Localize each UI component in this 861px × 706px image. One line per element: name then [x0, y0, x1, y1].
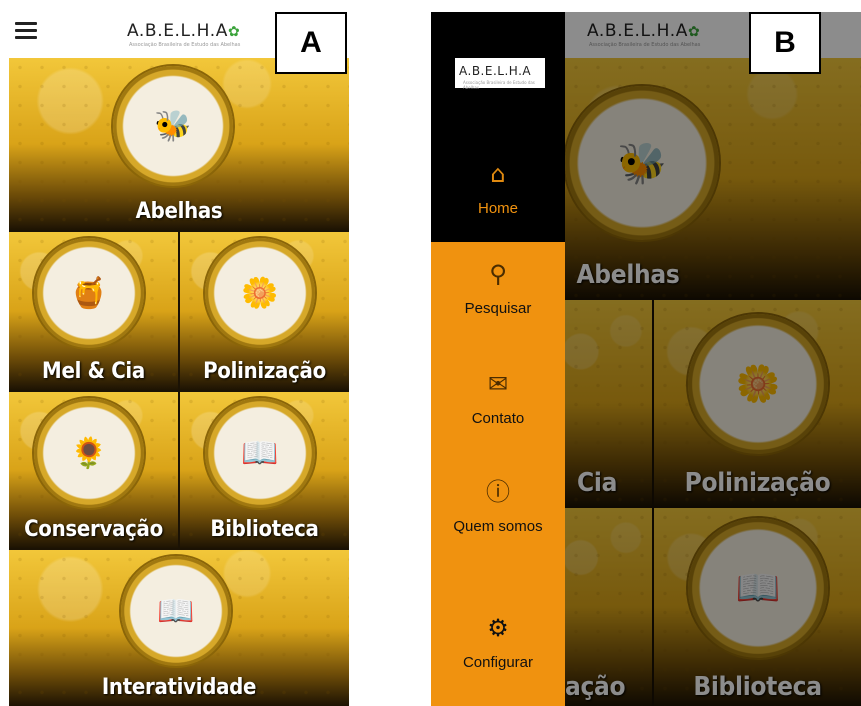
drawer-header: A.B.E.L.H.A Associação Brasileira de Est… [431, 12, 565, 242]
drawer-scrim[interactable] [564, 12, 861, 706]
tile-title: Polinização [203, 359, 326, 384]
drawer-item-label: Configurar [462, 654, 534, 671]
drawer-item-home[interactable]: ⌂ Home [431, 160, 565, 217]
tile-interatividade[interactable]: 📖 Interatividade [9, 550, 349, 706]
tile-conservacao[interactable]: 🌻 Conservação [9, 392, 178, 548]
navigation-drawer: A.B.E.L.H.A Associação Brasileira de Est… [431, 12, 565, 706]
flower-bee-icon: 🌼 [205, 238, 315, 348]
gear-icon: ⚙ [487, 614, 509, 642]
hamburger-menu-icon[interactable] [15, 22, 37, 39]
drawer-item-label: Pesquisar [464, 300, 532, 317]
search-icon: ⚲ [489, 260, 507, 288]
tile-biblioteca[interactable]: 📖 Biblioteca [180, 392, 349, 548]
info-icon: ⓘ [486, 478, 510, 506]
drawer-logo-text: A.B.E.L.H.A [459, 64, 532, 78]
panel-label-b: B [749, 12, 821, 74]
leaf-icon: ✿ [227, 24, 241, 40]
app-logo: A.B.E.L.H.A✿ [127, 21, 240, 41]
screen-a: 🐝 Abelhas 🍯 Mel & Cia 🌼 Polinização 🌻 Co… [9, 12, 349, 706]
drawer-item-contato[interactable]: ✉ Contato [431, 370, 565, 427]
tile-title: Mel & Cia [42, 359, 145, 384]
drawer-item-label: Home [477, 200, 518, 217]
honey-jar-icon: 🍯 [34, 238, 144, 348]
tile-title: Conservação [24, 517, 163, 542]
mail-icon: ✉ [487, 370, 509, 398]
drawer-item-label: Contato [471, 410, 525, 427]
tile-title: Abelhas [135, 199, 223, 224]
drawer-item-pesquisar[interactable]: ⚲ Pesquisar [431, 260, 565, 317]
logo-subtitle: Associação Brasileira de Estudo das Abel… [129, 42, 241, 48]
screen-b: 🐝 Abelhas Cia 🌼 Polinização ação 📖 Bibli… [431, 12, 861, 706]
panel-label-a: A [275, 12, 347, 74]
tile-title: Biblioteca [210, 517, 319, 542]
tile-title: Interatividade [101, 675, 257, 700]
tile-polinizacao[interactable]: 🌼 Polinização [180, 232, 349, 390]
drawer-item-quem-somos[interactable]: ⓘ Quem somos [431, 478, 565, 535]
home-icon: ⌂ [490, 160, 506, 188]
hand-flower-icon: 🌻 [34, 398, 144, 508]
logo-text: A.B.E.L.H.A [127, 21, 228, 41]
book-bee-icon: 📖 [205, 398, 315, 508]
bees-icon: 🐝 [113, 66, 233, 186]
drawer-item-configurar[interactable]: ⚙ Configurar [431, 614, 565, 671]
tile-abelhas[interactable]: 🐝 Abelhas [9, 58, 349, 230]
book-bee-icon: 📖 [121, 556, 231, 666]
drawer-logo-subtitle: Associação Brasileira de Estudo das Abel… [463, 80, 535, 90]
drawer-logo: A.B.E.L.H.A Associação Brasileira de Est… [455, 58, 545, 90]
tile-mel-cia[interactable]: 🍯 Mel & Cia [9, 232, 178, 390]
drawer-item-label: Quem somos [453, 518, 543, 535]
